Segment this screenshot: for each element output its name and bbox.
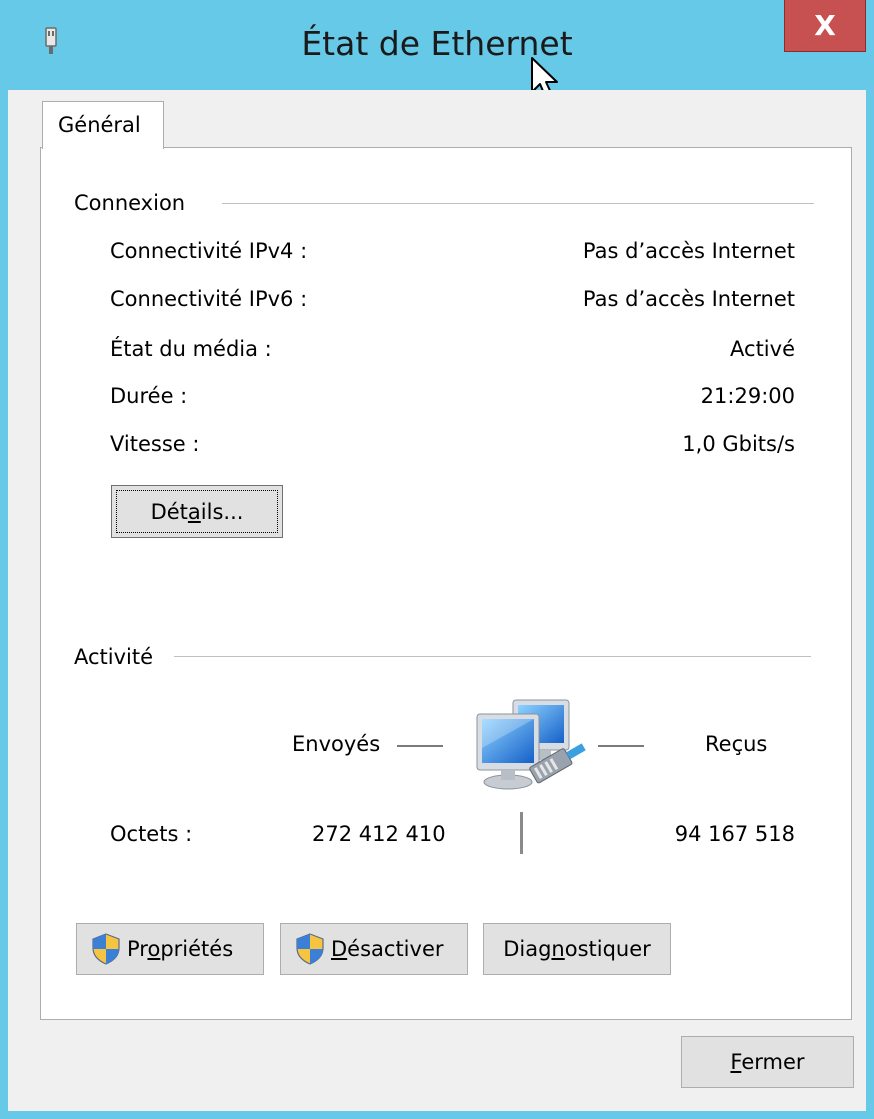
media-state-value: Activé (730, 337, 795, 361)
tab-panel: Connexion Connectivité IPv4 : Pas d’accè… (40, 147, 852, 1020)
tab-general-label: Général (58, 113, 141, 137)
diagnose-button-label: Diagnostiquer (503, 937, 651, 961)
properties-button-label: Propriétés (127, 937, 234, 961)
network-computers-icon (476, 699, 586, 790)
dialog-body: Général Connexion Connectivité IPv4 : Pa… (8, 90, 866, 1111)
ipv6-label: Connectivité IPv6 : (110, 287, 308, 311)
duration-value: 21:29:00 (700, 384, 795, 408)
properties-button[interactable]: Propriétés (76, 923, 264, 975)
ipv4-value: Pas d’accès Internet (582, 239, 795, 263)
close-icon: X (814, 9, 836, 42)
bytes-label: Octets : (110, 822, 193, 846)
ipv4-label: Connectivité IPv4 : (110, 239, 308, 263)
title-bar[interactable]: État de Ethernet X (0, 0, 874, 99)
duration-label: Durée : (110, 384, 188, 408)
sent-connector-line (397, 745, 443, 747)
bytes-separator (520, 812, 523, 854)
sent-label: Envoyés (292, 732, 381, 756)
diagnose-button[interactable]: Diagnostiquer (483, 923, 671, 975)
media-state-label: État du média : (110, 337, 272, 361)
activite-divider (174, 656, 811, 657)
bytes-received-value: 94 167 518 (674, 822, 795, 846)
uac-shield-icon (92, 933, 120, 965)
close-dialog-button[interactable]: Fermer (681, 1036, 854, 1088)
close-button[interactable]: X (784, 0, 866, 52)
connexion-divider (222, 203, 814, 204)
window-title: État de Ethernet (301, 24, 573, 63)
focus-rectangle (116, 490, 278, 533)
received-label: Reçus (705, 732, 768, 756)
bytes-sent-value: 272 412 410 (312, 822, 446, 846)
activite-group-label: Activité (74, 644, 154, 670)
disable-button[interactable]: Désactiver (280, 923, 468, 975)
disable-button-label: Désactiver (331, 937, 444, 961)
connexion-group-label: Connexion (74, 190, 186, 216)
close-dialog-button-label: Fermer (730, 1050, 805, 1074)
speed-label: Vitesse : (110, 432, 200, 456)
ipv6-value: Pas d’accès Internet (582, 287, 795, 311)
speed-value: 1,0 Gbits/s (682, 432, 795, 456)
received-connector-line (598, 745, 644, 747)
details-button[interactable]: Détails... (111, 485, 283, 538)
uac-shield-icon (296, 933, 324, 965)
tab-general[interactable]: Général (42, 101, 164, 149)
